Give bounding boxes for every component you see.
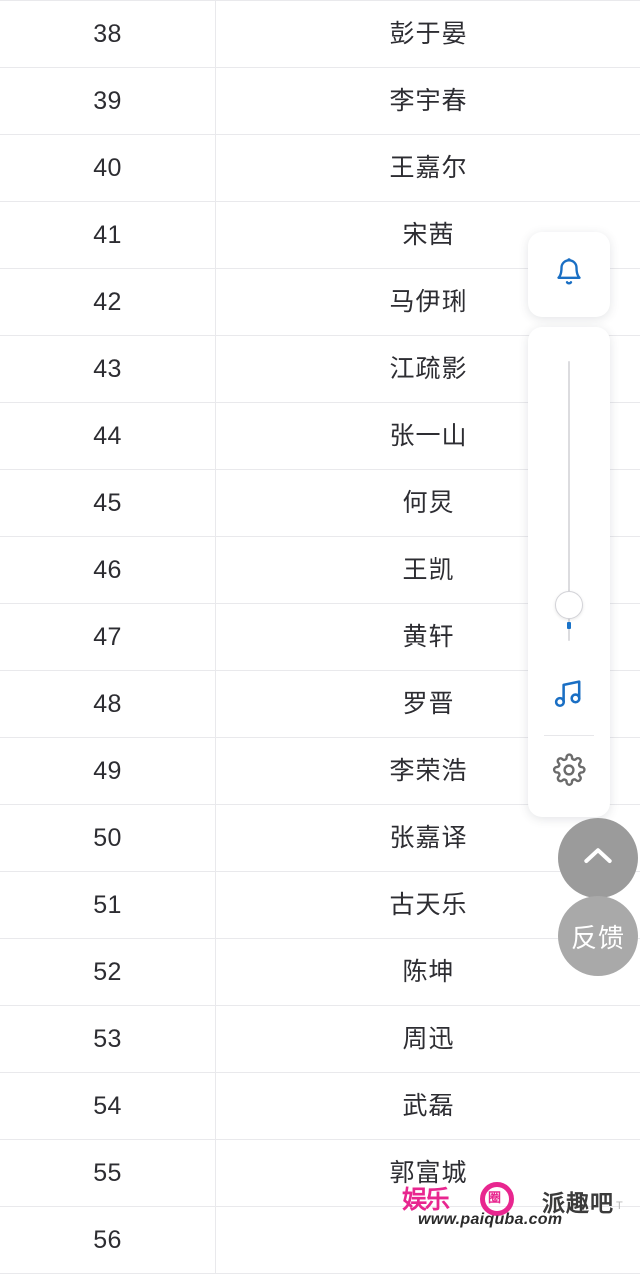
table-row[interactable]: 52陈坤 [0,939,640,1006]
table-row[interactable]: 39李宇春 [0,68,640,135]
table-row[interactable]: 55郭富城 [0,1140,640,1207]
table-row[interactable]: 54武磊 [0,1073,640,1140]
cell-rank: 45 [0,470,216,537]
gear-icon [552,753,586,792]
settings-button[interactable] [528,736,610,808]
cell-name: 周迅 [216,1006,640,1073]
cell-rank: 40 [0,135,216,202]
bell-icon [554,256,584,293]
chevron-up-icon [578,836,618,881]
cell-rank: 51 [0,872,216,939]
slider-handle[interactable] [555,591,583,619]
cell-rank: 55 [0,1140,216,1207]
cell-name: 郭富城 [216,1140,640,1207]
feedback-button-label: 反馈 [571,918,625,955]
back-to-top-button[interactable] [558,818,638,898]
cell-name: 王嘉尔 [216,135,640,202]
notification-button[interactable] [528,232,610,317]
cell-rank: 48 [0,671,216,738]
cell-rank: 46 [0,537,216,604]
cell-rank: 53 [0,1006,216,1073]
cell-rank: 56 [0,1207,216,1274]
cell-rank: 39 [0,68,216,135]
floating-side-widget[interactable] [528,232,610,817]
cell-rank: 41 [0,202,216,269]
table-row[interactable]: 40王嘉尔 [0,135,640,202]
table-row[interactable]: 56 [0,1207,640,1274]
table-row[interactable]: 53周迅 [0,1006,640,1073]
cell-name: 李宇春 [216,68,640,135]
cell-name: 彭于晏 [216,1,640,68]
feedback-button[interactable]: 反馈 [558,896,638,976]
cell-rank: 49 [0,738,216,805]
cell-rank: 43 [0,336,216,403]
cell-rank: 52 [0,939,216,1006]
volume-slider[interactable] [528,327,610,657]
cell-rank: 44 [0,403,216,470]
watermark-corner-mark: T [616,1200,623,1212]
cell-rank: 54 [0,1073,216,1140]
cell-rank: 42 [0,269,216,336]
music-note-icon [552,677,586,716]
music-button[interactable] [528,657,610,735]
cell-rank: 38 [0,1,216,68]
cell-name: 武磊 [216,1073,640,1140]
tools-panel [528,327,610,817]
cell-rank: 47 [0,604,216,671]
cell-name [216,1207,640,1274]
table-row[interactable]: 51古天乐 [0,872,640,939]
cell-rank: 50 [0,805,216,872]
table-row[interactable]: 38彭于晏 [0,1,640,68]
